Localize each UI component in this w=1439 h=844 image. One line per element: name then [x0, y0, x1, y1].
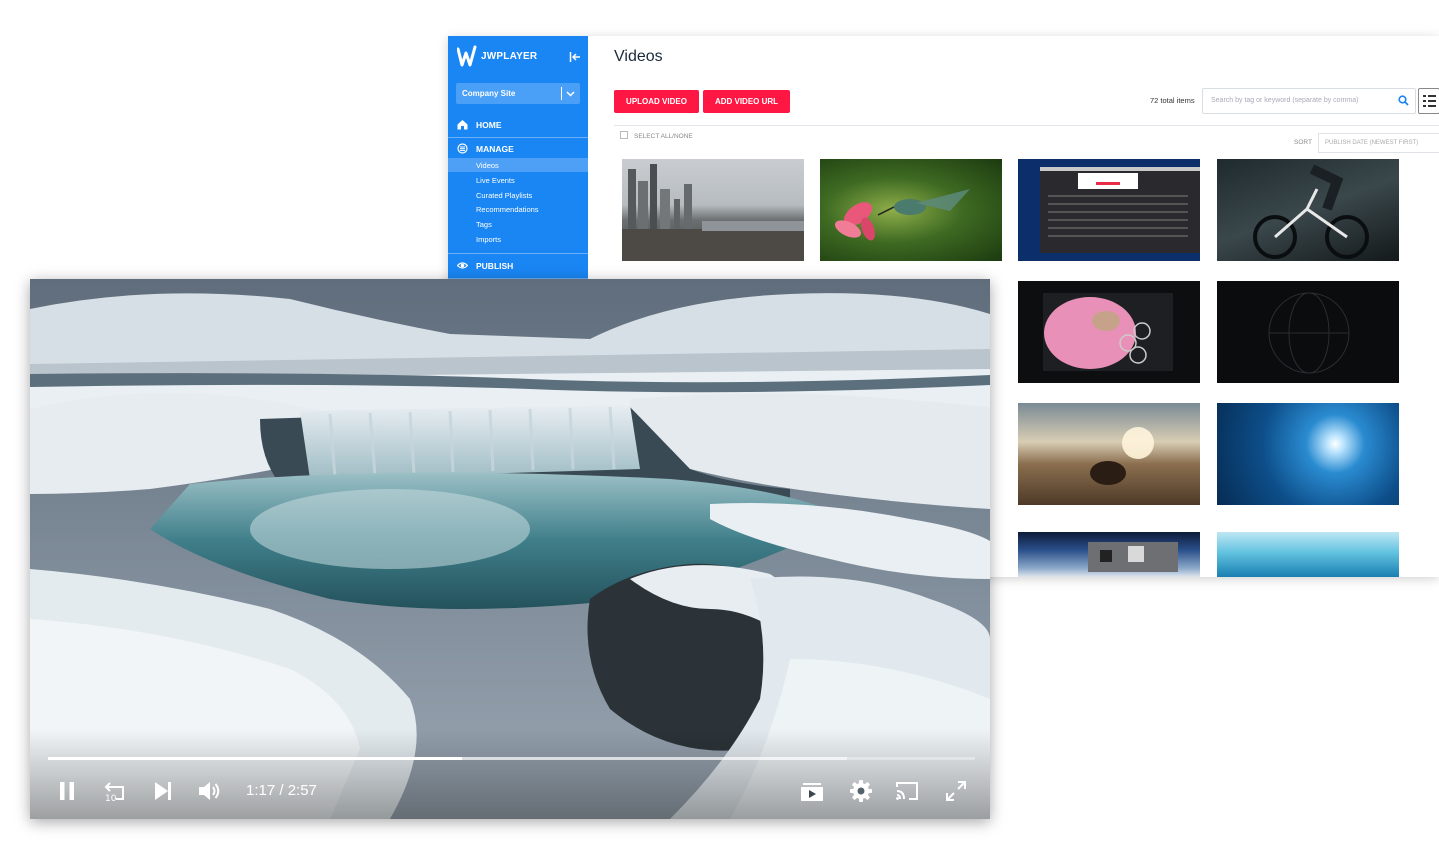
select-all-checkbox[interactable]: SELECT ALL/NONE [620, 131, 693, 140]
nav-item-imports[interactable]: Imports [448, 232, 588, 246]
list-view-icon [1423, 95, 1436, 107]
nav-item-label: Recommendations [476, 205, 539, 214]
volume-icon[interactable] [196, 778, 222, 804]
video-thumbnail[interactable] [1018, 403, 1200, 505]
video-thumbnail[interactable] [820, 159, 1002, 261]
thumbnail-art [1268, 292, 1350, 374]
time-display: 1:17 / 2:57 [246, 782, 317, 799]
add-video-url-button[interactable]: ADD VIDEO URL [703, 90, 790, 113]
video-player[interactable]: 10 1:17 / 2:57 [30, 279, 990, 819]
thumbnail-art [1043, 293, 1173, 371]
thumbnail-art [1090, 427, 1154, 485]
progress-bar[interactable] [48, 757, 975, 760]
nav-manage-label: MANAGE [476, 144, 514, 154]
nav-item-label: Imports [476, 235, 502, 244]
video-thumbnail[interactable] [1217, 403, 1399, 505]
nav-publish-label: PUBLISH [476, 261, 514, 271]
site-select-value: Company Site [462, 89, 516, 98]
collapse-sidebar-icon[interactable] [569, 51, 581, 63]
video-thumbnail[interactable] [1018, 532, 1200, 577]
nav-home[interactable]: HOME [448, 113, 588, 138]
select-all-label: SELECT ALL/NONE [634, 133, 693, 140]
settings-icon[interactable] [848, 778, 874, 804]
thumbnail-art [1253, 164, 1369, 259]
video-thumbnail[interactable] [1217, 159, 1399, 261]
nav-item-videos[interactable]: Videos [448, 158, 588, 172]
nav-item-label: Curated Playlists [476, 191, 533, 200]
thumbnail-art [1088, 542, 1178, 572]
nav-item-label: Tags [476, 220, 492, 229]
nav-home-label: HOME [476, 120, 502, 130]
logo-text: JWPLAYER [481, 51, 538, 62]
thumbnail-art [1040, 167, 1200, 253]
chevron-down-icon [566, 91, 575, 97]
player-controls [30, 729, 990, 819]
video-thumbnail[interactable] [1217, 532, 1399, 577]
page-title: Videos [614, 48, 663, 65]
played-bar [48, 757, 463, 760]
divider [614, 125, 1439, 126]
thumbnail-art [834, 189, 970, 241]
nav-item-recommendations[interactable]: Recommendations [448, 202, 588, 216]
nav-item-tags[interactable]: Tags [448, 217, 588, 231]
search-icon[interactable] [1398, 95, 1409, 106]
video-thumbnail[interactable] [622, 159, 804, 261]
sort-select[interactable]: PUBLISH DATE (NEWEST FIRST) [1318, 133, 1439, 153]
next-icon[interactable] [150, 778, 176, 804]
nav-item-label: Videos [476, 161, 499, 170]
video-thumbnail[interactable] [1217, 281, 1399, 383]
search-placeholder: Search by tag or keyword (separate by co… [1211, 97, 1359, 104]
manage-icon [457, 143, 468, 154]
checkbox-icon [620, 131, 628, 139]
list-view-toggle[interactable] [1418, 88, 1439, 114]
nav-item-label: Live Events [476, 176, 515, 185]
cast-icon[interactable] [894, 778, 920, 804]
svg-text:10: 10 [105, 794, 117, 804]
nav-item-curated-playlists[interactable]: Curated Playlists [448, 188, 588, 202]
upload-video-button[interactable]: UPLOAD VIDEO [614, 90, 699, 113]
video-thumbnail[interactable] [1018, 281, 1200, 383]
thumbnail-art [622, 164, 804, 261]
nav-publish[interactable]: PUBLISH [448, 253, 588, 279]
search-input[interactable]: Search by tag or keyword (separate by co… [1202, 88, 1416, 114]
sort-label: SORT [1294, 139, 1312, 146]
jwplayer-logo-icon [457, 45, 477, 67]
video-thumbnail[interactable] [1018, 159, 1200, 261]
nav-item-live-events[interactable]: Live Events [448, 173, 588, 187]
site-select[interactable]: Company Site [456, 83, 580, 104]
rewind-10-icon[interactable]: 10 [102, 778, 128, 804]
logo: JWPLAYER [457, 45, 581, 69]
fullscreen-icon[interactable] [943, 778, 969, 804]
pause-icon[interactable] [54, 778, 80, 804]
eye-icon [457, 262, 468, 269]
total-items-count: 72 total items [1150, 96, 1195, 105]
divider [561, 87, 562, 100]
home-icon [457, 120, 468, 130]
playlist-icon[interactable] [799, 778, 825, 804]
sort-select-value: PUBLISH DATE (NEWEST FIRST) [1325, 140, 1419, 146]
